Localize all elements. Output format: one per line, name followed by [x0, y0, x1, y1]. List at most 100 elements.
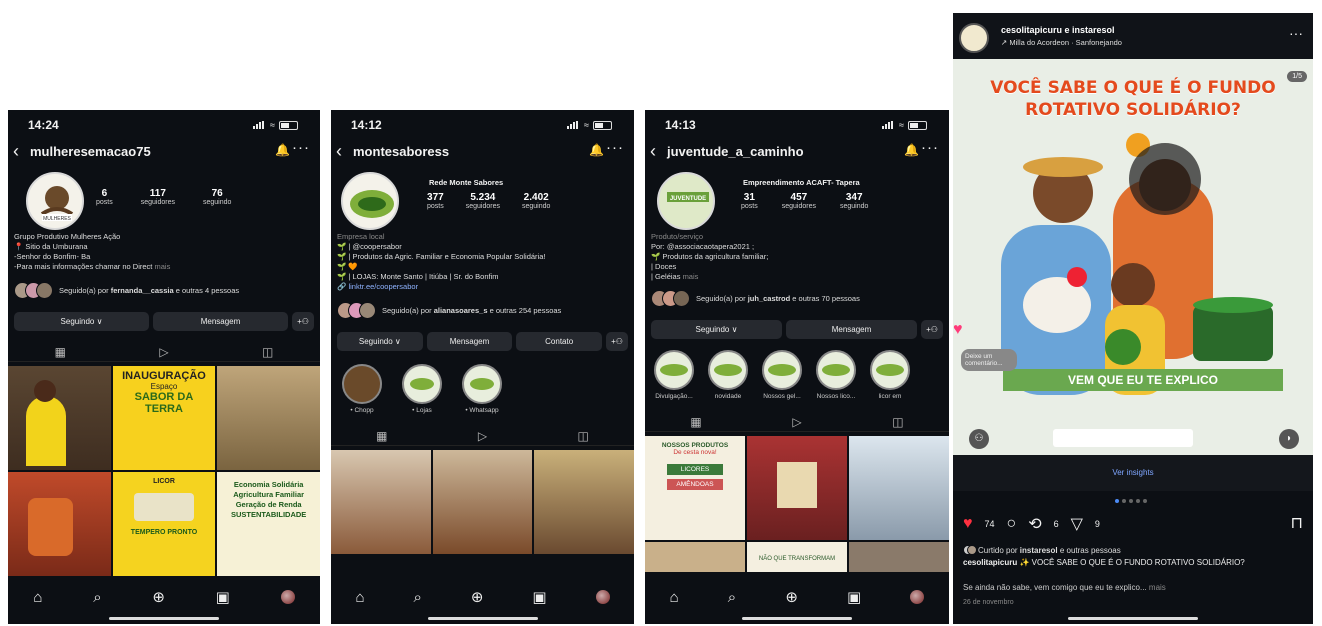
highlight-novidade[interactable]: novidade	[705, 350, 751, 400]
grid-post[interactable]	[217, 366, 320, 470]
bell-icon[interactable]: 🔔	[275, 143, 290, 157]
highlight-divulgacao[interactable]: Divulgação...	[651, 350, 697, 400]
profile-avatar-icon[interactable]	[280, 590, 295, 604]
stat-posts[interactable]: 377 posts	[427, 192, 444, 210]
home-icon[interactable]: ⌂	[355, 589, 364, 606]
send-icon[interactable]: ▽	[1071, 514, 1083, 534]
grid-post[interactable]	[432, 450, 533, 554]
create-icon[interactable]: ⊕	[471, 588, 484, 606]
comment-bubble[interactable]: Deixe um comentário...	[961, 349, 1017, 371]
home-icon[interactable]: ⌂	[33, 589, 42, 606]
liked-by[interactable]: Curtido por instaresol e outras pessoas	[963, 545, 1121, 555]
reels-icon[interactable]: ▣	[847, 588, 861, 606]
heart-icon[interactable]: ♥	[963, 515, 973, 533]
bell-icon[interactable]: 🔔	[589, 143, 604, 157]
comment-icon[interactable]: ○	[1007, 515, 1017, 533]
caption-more-link[interactable]: mais	[1149, 583, 1166, 592]
avatar[interactable]	[959, 23, 989, 53]
grid-post[interactable]	[849, 542, 949, 572]
highlight-licor-em[interactable]: licor em	[867, 350, 913, 400]
bio-more-link[interactable]: mais	[683, 272, 699, 281]
grid-post[interactable]: NOSSOS PRODUTOS De cesta nova! LICORES A…	[645, 436, 745, 540]
following-button[interactable]: Seguindo ∨	[337, 332, 423, 351]
grid-post[interactable]	[534, 450, 634, 554]
contact-button[interactable]: Contato	[516, 332, 603, 351]
profile-avatar-icon[interactable]	[910, 590, 925, 604]
bookmark-icon[interactable]: ⊓	[1291, 513, 1303, 533]
message-button[interactable]: Mensagem	[786, 320, 917, 339]
bio-more-link[interactable]: mais	[154, 262, 170, 271]
stat-following[interactable]: 347 seguindo	[840, 192, 868, 210]
post-audio[interactable]: ↗ Milla do Acordeon · Sanfonejando	[1001, 38, 1122, 47]
add-person-icon[interactable]: +⚇	[606, 332, 629, 351]
stat-followers[interactable]: 117 seguidores	[141, 188, 175, 206]
reels-icon[interactable]: ▣	[216, 588, 230, 606]
avatar[interactable]: MULHERES	[26, 172, 84, 230]
search-icon[interactable]: ⌕	[413, 589, 421, 606]
stat-posts[interactable]: 6 posts	[96, 188, 113, 206]
message-button[interactable]: Mensagem	[426, 332, 513, 351]
highlight-whatsapp[interactable]: • Whatsapp	[459, 364, 505, 414]
grid-post[interactable]	[331, 450, 431, 554]
highlight-geleias[interactable]: Nossos gel...	[759, 350, 805, 400]
highlight-lojas[interactable]: • Lojas	[399, 364, 445, 414]
followed-by[interactable]: Seguido(a) por juh_castrod e outras 70 p…	[651, 290, 941, 307]
reels-icon[interactable]: ▣	[532, 588, 546, 606]
like-count[interactable]: 74	[985, 519, 995, 529]
stat-followers[interactable]: 457 seguidores	[782, 192, 816, 210]
stat-followers[interactable]: 5.234 seguidores	[466, 192, 500, 210]
grid-post[interactable]	[8, 366, 111, 470]
tagged-tab-icon[interactable]: ◫	[262, 345, 273, 359]
tag-icon[interactable]: ◗	[1279, 429, 1299, 449]
more-options-icon[interactable]: ···	[292, 139, 310, 156]
stat-following[interactable]: 2.402 seguindo	[522, 192, 550, 210]
add-person-icon[interactable]: +⚇	[292, 312, 314, 331]
add-person-icon[interactable]: +⚇	[921, 320, 943, 339]
create-icon[interactable]: ⊕	[785, 588, 798, 606]
grid-tab-icon[interactable]: ▦	[690, 415, 701, 429]
tagged-tab-icon[interactable]: ◫	[577, 429, 588, 443]
more-options-icon[interactable]: ···	[1289, 25, 1303, 41]
reels-tab-icon[interactable]: ▷	[478, 429, 487, 443]
post-username[interactable]: cesolitapicuru e instaresol	[1001, 25, 1115, 35]
profile-avatar-icon[interactable]	[595, 590, 610, 604]
home-icon[interactable]: ⌂	[670, 589, 679, 606]
bell-icon[interactable]: 🔔	[904, 143, 919, 157]
grid-post[interactable]	[645, 542, 745, 572]
grid-post[interactable]: LICOR TEMPERO PRONTO	[112, 472, 216, 576]
reels-tab-icon[interactable]: ▷	[792, 415, 801, 429]
highlight-licores[interactable]: Nossos lico...	[813, 350, 859, 400]
search-icon[interactable]: ⌕	[728, 589, 736, 606]
grid-tab-icon[interactable]: ▦	[55, 345, 66, 359]
grid-post[interactable]	[747, 436, 847, 540]
mute-icon[interactable]: ⚇	[969, 429, 989, 449]
create-icon[interactable]: ⊕	[152, 588, 165, 606]
grid-post[interactable]	[8, 472, 111, 576]
grid-post[interactable]: Economia Solidária Agricultura Familiar …	[217, 472, 320, 576]
avatar[interactable]: JUVENTUDE	[657, 172, 715, 230]
search-icon[interactable]: ⌕	[93, 589, 101, 606]
back-arrow-icon[interactable]: ‹	[650, 142, 656, 160]
post-image[interactable]: VOCÊ SABE O QUE É O FUNDO ROTATIVO SOLID…	[953, 59, 1313, 455]
following-button[interactable]: Seguindo ∨	[651, 320, 782, 339]
followed-by[interactable]: Seguido(a) por fernanda__cassia e outras…	[14, 282, 304, 299]
more-options-icon[interactable]: ···	[606, 139, 624, 156]
more-options-icon[interactable]: ···	[921, 139, 939, 156]
back-arrow-icon[interactable]: ‹	[336, 142, 342, 160]
grid-post[interactable]: NÃO QUE TRANSFORMAM	[747, 542, 847, 572]
grid-post[interactable]	[849, 436, 949, 540]
reels-tab-icon[interactable]: ▷	[159, 345, 168, 359]
back-arrow-icon[interactable]: ‹	[13, 142, 19, 160]
stat-posts[interactable]: 31 posts	[741, 192, 758, 210]
grid-tab-icon[interactable]: ▦	[376, 429, 387, 443]
followed-by[interactable]: Seguido(a) por alianasoares_s e outras 2…	[337, 302, 627, 319]
message-button[interactable]: Mensagem	[153, 312, 288, 331]
following-button[interactable]: Seguindo ∨	[14, 312, 149, 331]
highlight-chopp[interactable]: • Chopp	[339, 364, 385, 414]
grid-post[interactable]: INAUGURAÇÃO Espaço SABOR DA TERRA	[112, 366, 216, 470]
bio-link[interactable]: 🔗 linktr.ee/coopersabor	[337, 282, 545, 292]
tagged-tab-icon[interactable]: ◫	[892, 415, 903, 429]
stat-following[interactable]: 76 seguindo	[203, 188, 231, 206]
view-insights-button[interactable]: Ver insights	[953, 455, 1313, 491]
repost-icon[interactable]: ⟲	[1028, 514, 1041, 534]
